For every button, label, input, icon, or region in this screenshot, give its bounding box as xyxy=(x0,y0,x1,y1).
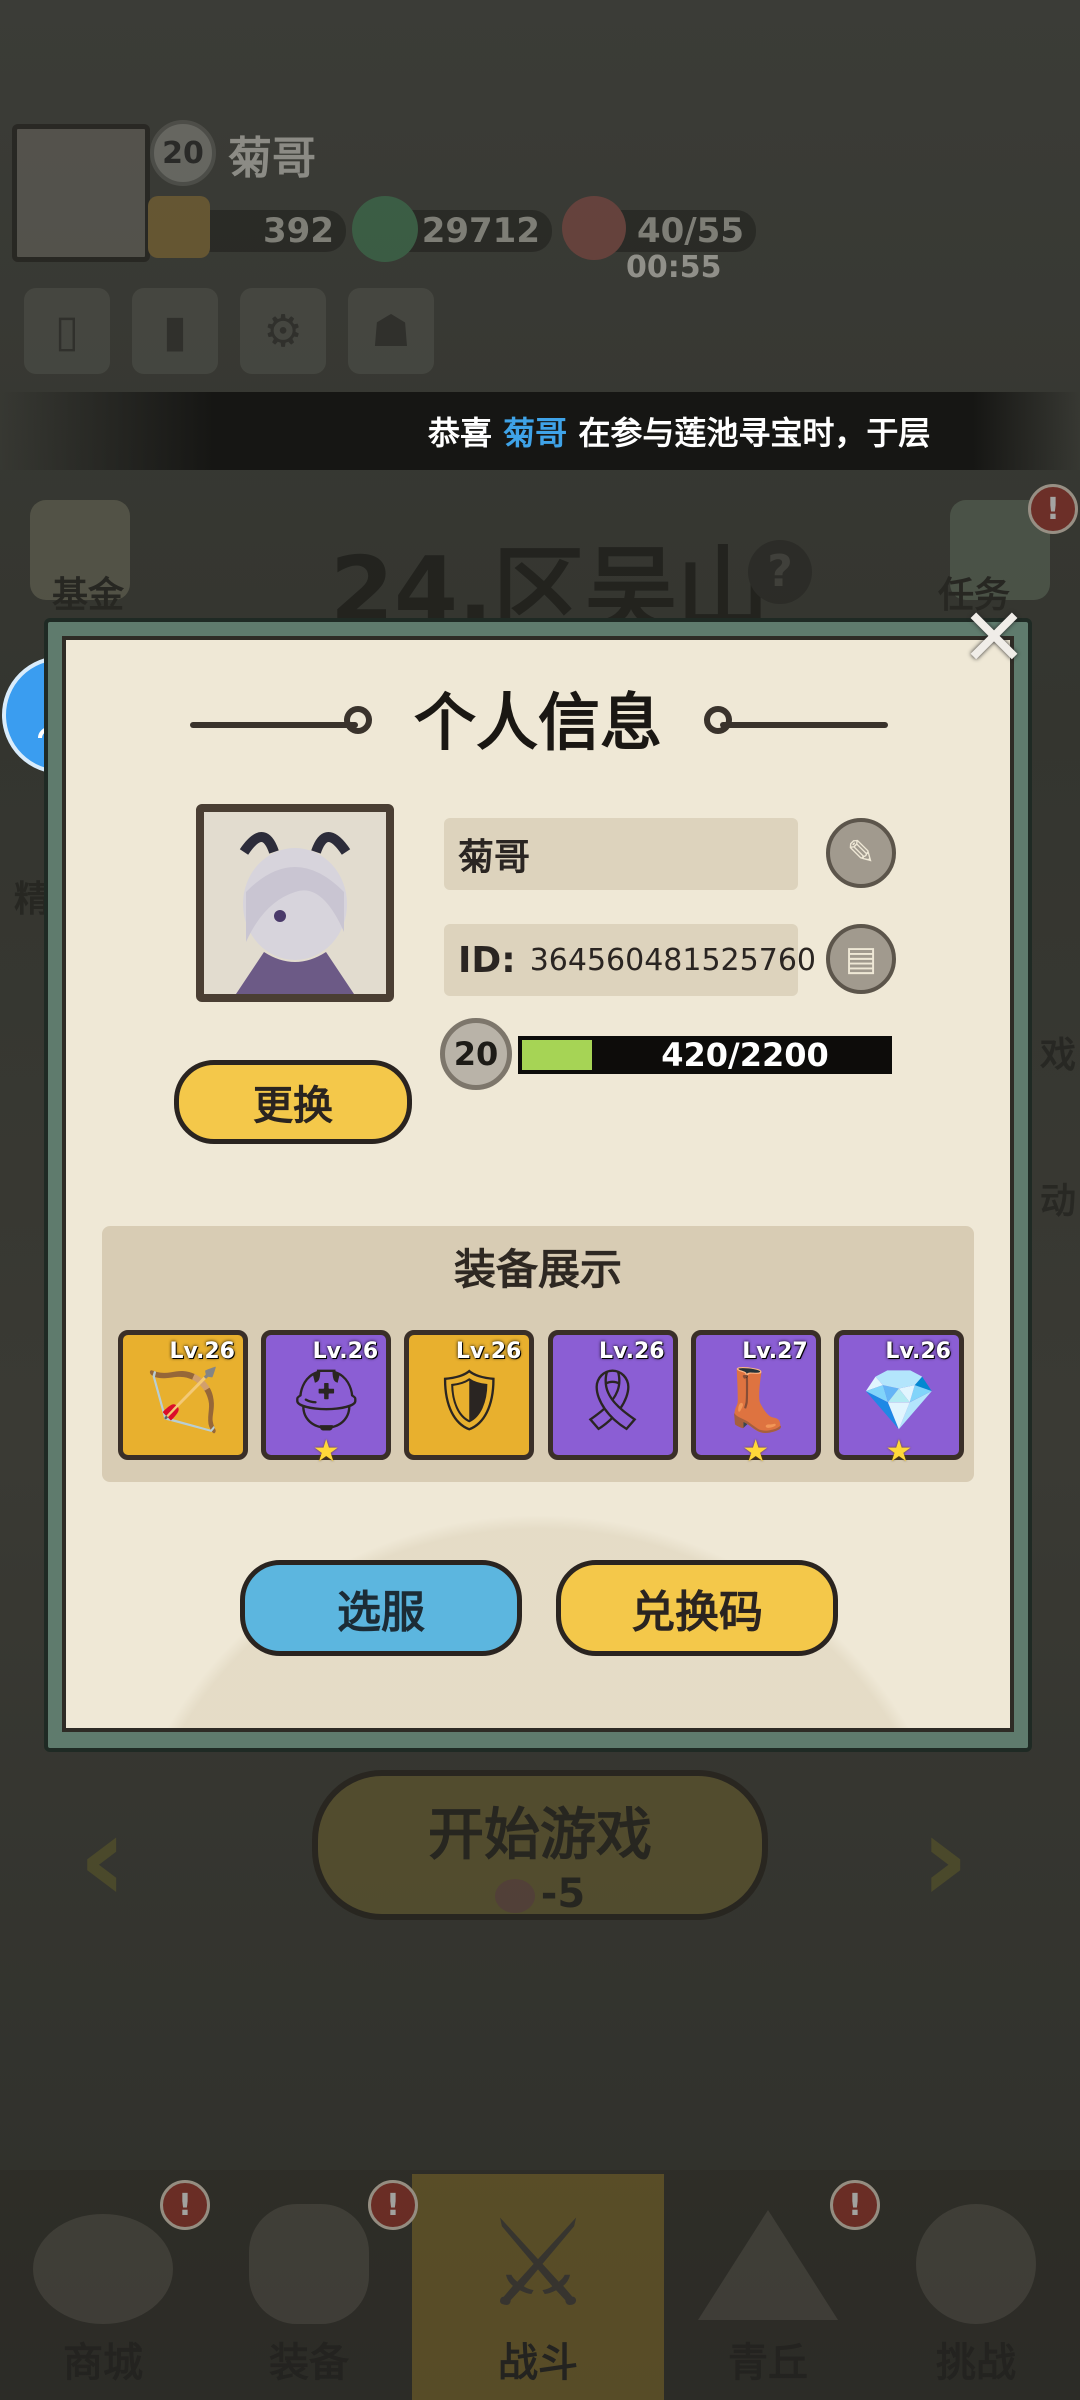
exp-bar: 420/2200 xyxy=(516,1034,894,1076)
dialog-title: 个人信息 xyxy=(413,686,662,759)
nav-label-qingqiu: 青丘 xyxy=(728,2340,808,2386)
gem-icon[interactable] xyxy=(148,196,210,258)
tasks-alert-badge: ! xyxy=(1028,484,1078,534)
equipment-slot-belt[interactable]: 🎗 Lv.26 xyxy=(547,1330,678,1460)
star-icon: ★ xyxy=(885,1434,913,1469)
ticker-text: 恭喜 菊哥 在参与莲池寻宝时，于层 xyxy=(428,414,931,452)
boots-icon: 👢 xyxy=(718,1365,794,1436)
close-icon[interactable]: ✕ xyxy=(958,598,1030,678)
help-icon[interactable]: ? xyxy=(748,540,812,604)
shop-icon xyxy=(33,2214,173,2324)
social-icon[interactable]: ☗ xyxy=(348,288,434,374)
challenge-icon xyxy=(916,2204,1036,2324)
equipment-level: Lv.27 xyxy=(742,1339,808,1364)
equipment-slot-bow[interactable]: 🏹 Lv.26 xyxy=(118,1330,248,1460)
equipment-slot-boots[interactable]: 👢 Lv.27 ★ xyxy=(690,1330,821,1469)
id-label: ID: xyxy=(458,939,516,981)
armor-icon: 🛡 xyxy=(431,1365,508,1436)
helmet-icon: ⛑ xyxy=(288,1365,365,1436)
star-icon: ★ xyxy=(312,1434,340,1469)
equipment-level: Lv.26 xyxy=(169,1339,235,1364)
nav-label-battle: 战斗 xyxy=(498,2340,578,2386)
belt-icon: 🎗 xyxy=(574,1365,651,1436)
shop-alert-badge: ! xyxy=(160,2180,210,2230)
crossed-swords-icon: ⚔ xyxy=(484,2195,592,2334)
equipment-icon xyxy=(249,2204,369,2324)
prev-stage-arrow[interactable]: ‹ xyxy=(78,1790,127,1929)
start-game-cost: -5 xyxy=(318,1871,762,1917)
equipment-level: Lv.26 xyxy=(599,1339,665,1364)
id-value: 364560481525760 xyxy=(529,942,816,978)
coin-icon[interactable] xyxy=(352,196,418,262)
name-field: 菊哥 xyxy=(444,818,798,890)
bow-icon: 🏹 xyxy=(145,1365,221,1436)
change-avatar-button[interactable]: 更换 xyxy=(174,1060,412,1144)
start-game-button[interactable]: 开始游戏 -5 xyxy=(312,1770,768,1920)
copy-id-icon[interactable]: ▤ xyxy=(826,924,896,994)
equipment-showcase-title: 装备展示 xyxy=(453,1245,622,1294)
equipment-level: Lv.26 xyxy=(312,1339,379,1364)
select-server-button[interactable]: 选服 xyxy=(240,1560,522,1656)
profile-dialog-panel xyxy=(62,636,1014,1732)
equipment-alert-badge: ! xyxy=(368,2180,418,2230)
amulet-icon: 💎 xyxy=(861,1365,937,1436)
news-ticker: 恭喜 菊哥 在参与莲池寻宝时，于层 xyxy=(0,392,1080,470)
profile-level-badge: 20 xyxy=(440,1018,512,1090)
ranking-icon[interactable]: ▮ xyxy=(132,288,218,374)
equipment-slot-armor[interactable]: 🛡 Lv.26 xyxy=(404,1330,535,1460)
equipment-slot-helmet[interactable]: ⛑ Lv.26 ★ xyxy=(261,1330,392,1469)
star-icon: ★ xyxy=(742,1434,770,1469)
profile-avatar xyxy=(196,804,394,1002)
right-side-label-1: 戏 xyxy=(1040,1035,1077,1076)
nav-label-challenge: 挑战 xyxy=(936,2340,1016,2386)
ticker-player-name: 菊哥 xyxy=(503,414,568,452)
peach-icon[interactable] xyxy=(562,196,626,260)
exp-text: 420/2200 xyxy=(661,1036,829,1074)
nav-item-challenge[interactable]: 挑战 xyxy=(872,2170,1080,2400)
redeem-code-button[interactable]: 兑换码 xyxy=(556,1560,838,1656)
mountain-icon xyxy=(698,2210,838,2320)
equipment-slot-amulet[interactable]: 💎 Lv.26 ★ xyxy=(833,1330,964,1469)
nav-item-battle[interactable]: ⚔ 战斗 xyxy=(412,2170,664,2400)
peach-small-icon xyxy=(494,1879,535,1913)
start-game-label: 开始游戏 xyxy=(428,1803,652,1868)
stamina-timer: 00:55 xyxy=(626,250,722,285)
edit-name-brush-icon[interactable]: ✎ xyxy=(826,818,896,888)
nav-label-equipment: 装备 xyxy=(269,2340,349,2386)
equipment-level: Lv.26 xyxy=(455,1339,522,1364)
player-level-badge: 20 xyxy=(150,120,216,186)
equipment-level: Lv.26 xyxy=(885,1339,951,1364)
avatar-portrait-icon xyxy=(204,812,386,994)
card-icon[interactable]: ▯ xyxy=(24,288,110,374)
fund-label: 基金 xyxy=(52,575,125,616)
right-side-label-2: 动 xyxy=(1040,1181,1077,1222)
player-name: 菊哥 xyxy=(228,133,316,184)
player-avatar[interactable] xyxy=(12,124,150,262)
settings-gear-icon[interactable]: ⚙ xyxy=(240,288,326,374)
next-stage-arrow[interactable]: › xyxy=(920,1790,969,1929)
nav-label-shop: 商城 xyxy=(63,2340,143,2386)
id-field: ID: 364560481525760 xyxy=(444,924,816,996)
equipment-slots: 🏹 Lv.26 ⛑ Lv.26 ★ 🛡 Lv.26 🎗 Lv.26 👢 Lv.27 ★ 💎 Lv.26 ★ xyxy=(118,1330,964,1470)
